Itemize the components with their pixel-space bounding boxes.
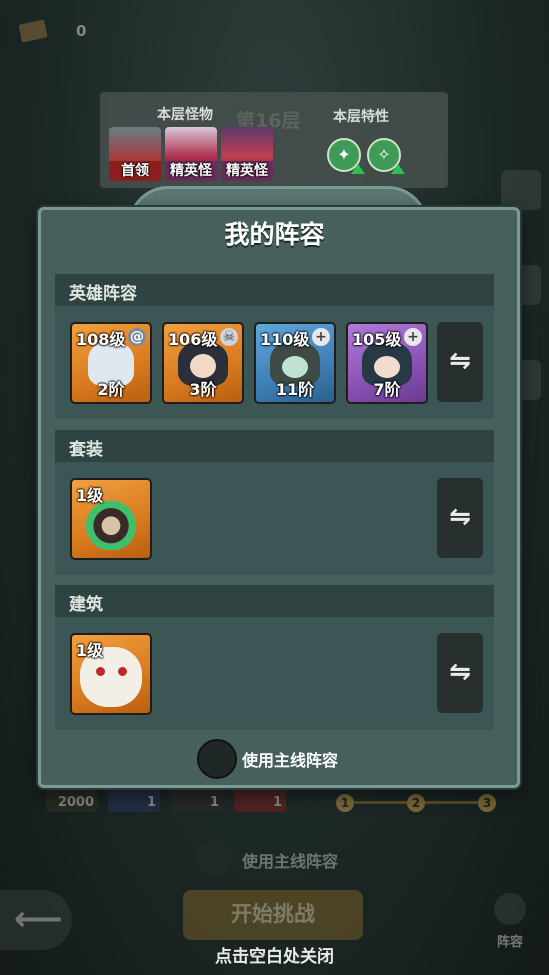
set-level: 1级 [76, 486, 104, 505]
set-section-title: 套装 [69, 440, 103, 460]
monster-boss[interactable]: 首领 [109, 127, 161, 181]
slot-value: 1 [146, 795, 156, 810]
plus-icon: + [404, 328, 422, 346]
edit-heroes-button[interactable]: ⇋ [437, 322, 483, 402]
floor-trait-1[interactable]: ✦ [327, 138, 365, 174]
monster-tag: 精英怪 [221, 161, 273, 181]
section-header: 套装 [55, 430, 494, 462]
monster-tag: 精英怪 [165, 161, 217, 181]
bottom-slot: 2000 [46, 786, 98, 812]
hero-card-1[interactable]: @ 108级 2阶 [70, 322, 152, 404]
plus-icon: + [312, 328, 330, 346]
close-hint[interactable]: 点击空白处关闭 [0, 942, 549, 967]
building-card[interactable]: 1级 [70, 633, 152, 715]
up-arrow-icon [391, 164, 405, 174]
monster-elite-1[interactable]: 精英怪 [165, 127, 217, 181]
back-button: ⟵ [0, 890, 72, 950]
slot-value: 2000 [57, 795, 94, 810]
use-mainline-toggle[interactable] [197, 739, 237, 779]
monster-tag: 首领 [109, 161, 161, 181]
stage-progress: 1 2 3 [336, 794, 496, 812]
bottom-slot: 1 [171, 786, 223, 812]
swap-icon: ⇋ [449, 346, 471, 376]
bg-use-mainline-toggle [196, 840, 232, 876]
start-challenge-button: 开始挑战 [183, 890, 363, 940]
up-arrow-icon [351, 164, 365, 174]
edit-set-button[interactable]: ⇋ [437, 478, 483, 558]
hero-level: 108级 [76, 330, 126, 349]
bottom-slot: 1 [108, 786, 160, 812]
back-arrow-icon: ⟵ [14, 899, 63, 939]
calendar-icon [501, 170, 541, 210]
slot-value: 1 [272, 795, 282, 810]
hero-rank: 7阶 [373, 380, 401, 399]
hero-level: 105级 [352, 330, 402, 349]
start-challenge-label: 开始挑战 [231, 902, 315, 926]
hero-level: 110级 [260, 330, 310, 349]
modal-title: 我的阵容 [224, 220, 325, 249]
hero-card-4[interactable]: + 105级 7阶 [346, 322, 428, 404]
progress-dot: 1 [336, 794, 354, 812]
hero-rank: 11阶 [275, 380, 315, 399]
floor-trait-2[interactable]: ✧ [367, 138, 405, 174]
use-mainline-label[interactable]: 使用主线阵容 [242, 747, 338, 771]
hero-card-2[interactable]: ☠ 106级 3阶 [162, 322, 244, 404]
top-currency: 0 [18, 19, 87, 43]
floor-traits-label: 本层特性 [333, 109, 389, 125]
swap-icon: ⇋ [449, 502, 471, 532]
currency-value: 0 [76, 22, 87, 40]
slot-value: 1 [209, 795, 219, 810]
hero-rank: 3阶 [189, 380, 217, 399]
floor-monsters-label: 本层怪物 [157, 107, 213, 123]
bg-use-mainline-label: 使用主线阵容 [242, 852, 339, 871]
heroes-section-title: 英雄阵容 [69, 284, 137, 304]
building-level: 1级 [76, 641, 104, 660]
section-header: 建筑 [55, 585, 494, 617]
section-header: 英雄阵容 [55, 274, 494, 306]
spiral-icon: @ [128, 328, 146, 346]
octopus-icon [494, 893, 526, 925]
monster-elite-2[interactable]: 精英怪 [221, 127, 273, 181]
building-section-title: 建筑 [69, 595, 103, 615]
bottom-slot: 1 [234, 786, 286, 812]
progress-dot: 2 [407, 794, 425, 812]
skull-icon: ☠ [220, 328, 238, 346]
set-card[interactable]: 1级 [70, 478, 152, 560]
hero-rank: 2阶 [97, 380, 125, 399]
hero-level: 106级 [168, 330, 218, 349]
swap-icon: ⇋ [449, 657, 471, 687]
ticket-icon [18, 19, 48, 43]
hero-card-3[interactable]: + 110级 11阶 [254, 322, 336, 404]
edit-building-button[interactable]: ⇋ [437, 633, 483, 713]
progress-dot: 3 [478, 794, 496, 812]
